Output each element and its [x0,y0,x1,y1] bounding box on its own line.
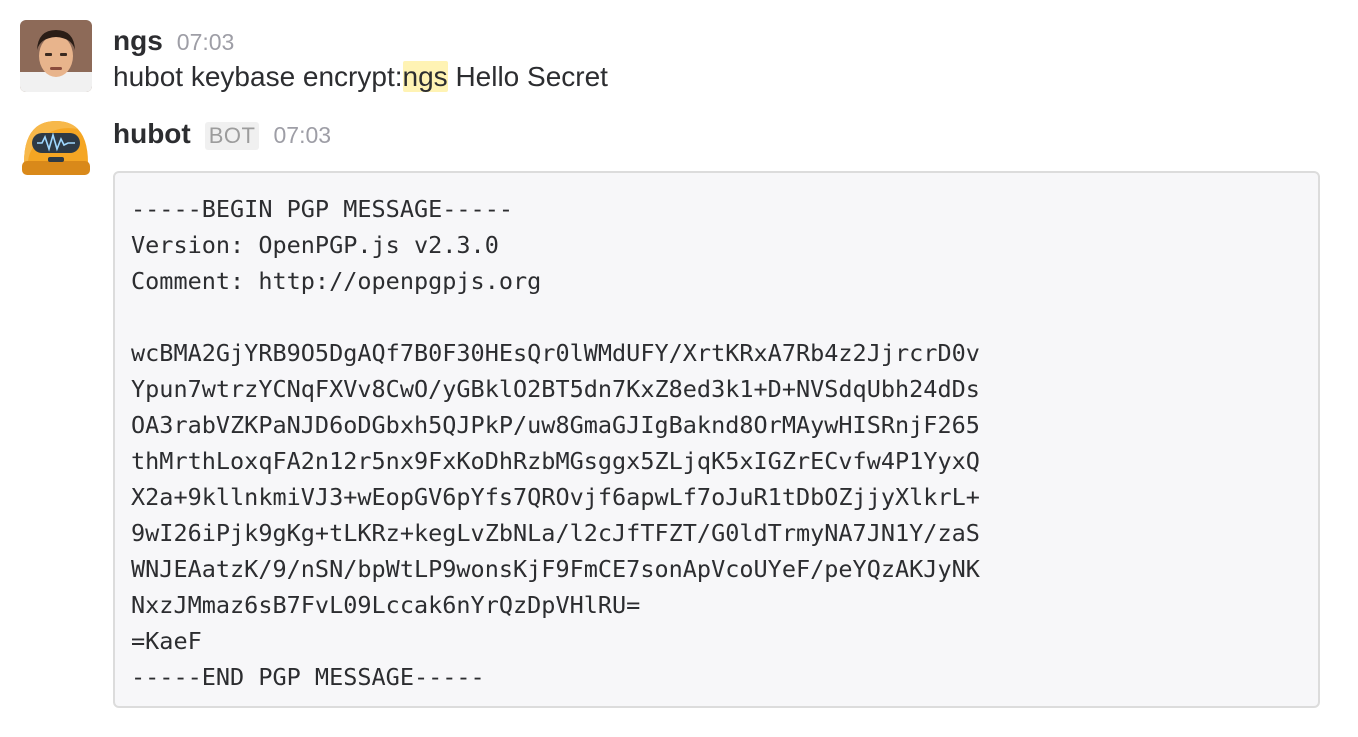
user-avatar[interactable] [20,20,92,92]
code-line: 9wI26iPjk9gKg+tLKRz+kegLvZbNLa/l2cJfTFZT… [131,519,980,547]
code-line: -----BEGIN PGP MESSAGE----- [131,195,514,223]
author-name[interactable]: hubot [113,118,191,150]
message-text-prefix: hubot keybase encrypt: [113,61,403,92]
message-header: hubot BOT 07:03 [113,118,331,150]
code-line: -----END PGP MESSAGE----- [131,663,485,691]
code-line: thMrthLoxqFA2n12r5nx9FxKoDhRzbMGsggx5ZLj… [131,447,980,475]
code-line: Version: OpenPGP.js v2.3.0 [131,231,499,259]
code-line: NxzJMmaz6sB7FvL09Lccak6nYrQzDpVHlRU= [131,591,641,619]
code-line: WNJEAatzK/9/nSN/bpWtLP9wonsKjF9FmCE7sonA… [131,555,980,583]
user-photo-icon [20,20,92,92]
message-text-suffix: Hello Secret [447,61,608,92]
author-name[interactable]: ngs [113,25,163,57]
timestamp[interactable]: 07:03 [177,29,235,56]
bot-badge: BOT [204,122,260,150]
code-line: wcBMA2GjYRB9O5DgAQf7B0F30HEsQr0lWMdUFY/X… [131,339,980,367]
user-mention[interactable]: ngs [402,61,448,92]
hubot-robot-icon [20,113,92,185]
code-line: X2a+9kllnkmiVJ3+wEopGV6pYfs7QROvjf6apwLf… [131,483,980,511]
message-text: hubot keybase encrypt:ngs Hello Secret [113,61,608,93]
timestamp[interactable]: 07:03 [273,122,331,149]
code-line: OA3rabVZKPaNJD6oDGbxh5QJPkP/uw8GmaGJIgBa… [131,411,980,439]
code-line: Ypun7wtrzYCNqFXVv8CwO/yGBklO2BT5dn7KxZ8e… [131,375,980,403]
bot-avatar[interactable] [20,113,92,185]
code-block[interactable]: -----BEGIN PGP MESSAGE----- Version: Ope… [113,171,1320,708]
code-line: =KaeF [131,627,202,655]
message-header: ngs 07:03 [113,25,234,57]
code-line: Comment: http://openpgpjs.org [131,267,542,295]
